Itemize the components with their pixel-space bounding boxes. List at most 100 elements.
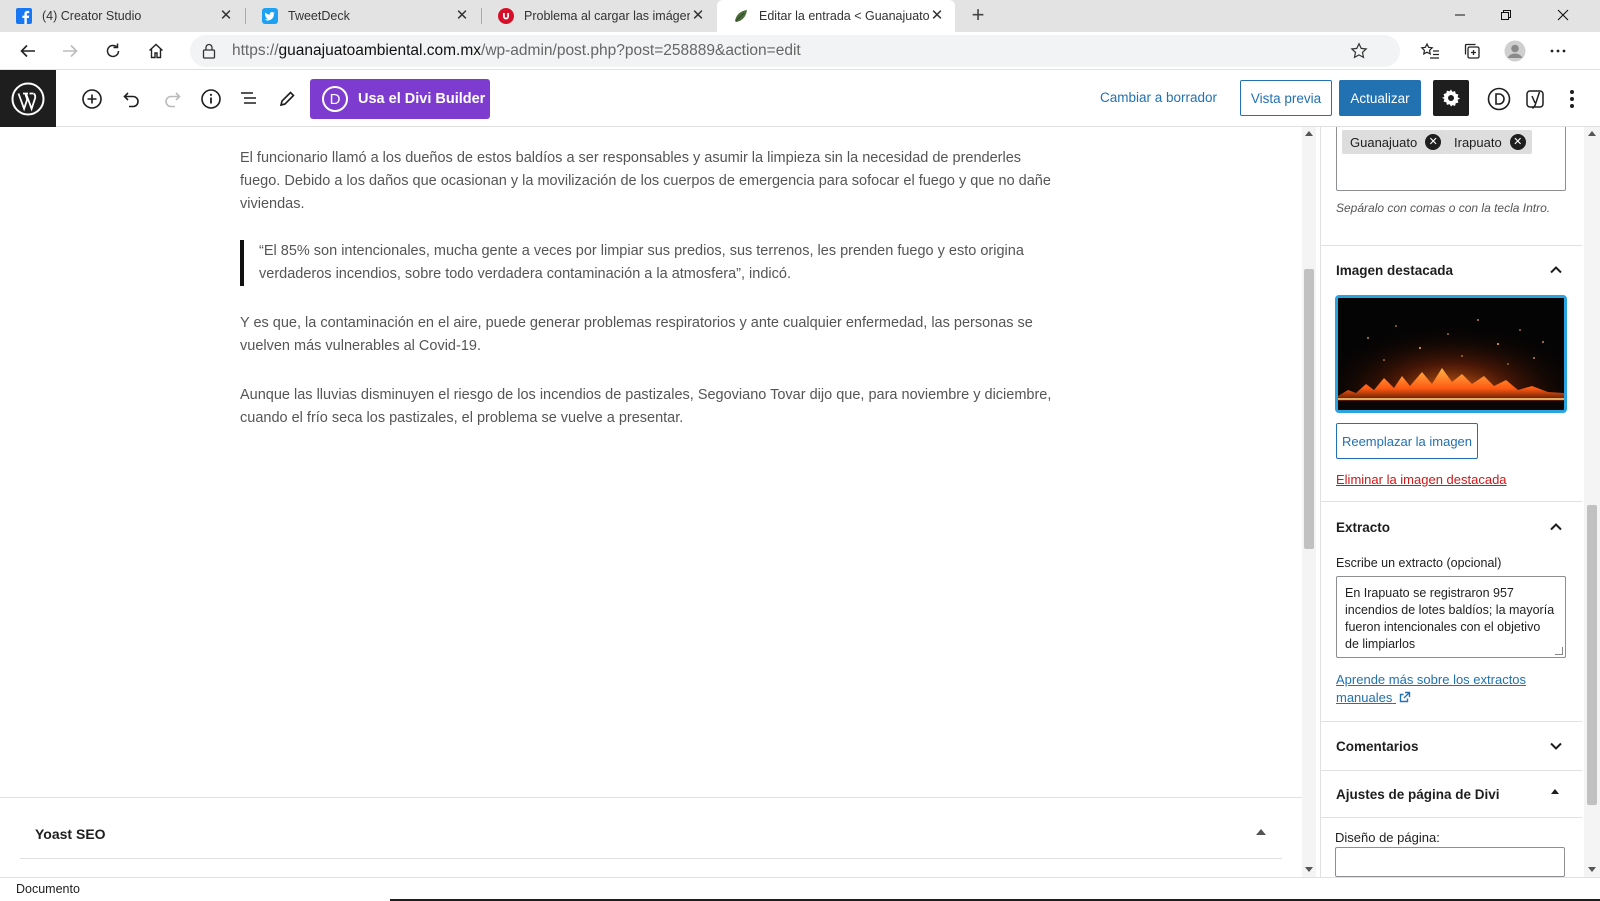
editor-header: D Usa el Divi Builder Cambiar a borrador… xyxy=(0,70,1600,127)
favorite-star-icon[interactable] xyxy=(1350,42,1368,65)
close-tab-icon[interactable]: ✕ xyxy=(454,8,470,24)
tag-chip: Irapuato ✕ xyxy=(1446,130,1532,154)
info-icon[interactable] xyxy=(196,84,226,114)
close-tab-icon[interactable]: ✕ xyxy=(929,8,945,24)
yoast-icon[interactable] xyxy=(1521,84,1551,114)
tag-chip: Guanajuato ✕ xyxy=(1342,130,1448,154)
url-path: /wp-admin/post.php?post=258889&action=ed… xyxy=(481,42,801,59)
tab-title: Problema al cargar las imágenes xyxy=(524,9,690,23)
twitter-icon xyxy=(262,8,278,24)
scroll-up-arrow-icon[interactable] xyxy=(1305,131,1313,136)
facebook-icon xyxy=(16,8,32,24)
content-scrollbar[interactable] xyxy=(1302,127,1316,877)
browser-tab-tweetdeck[interactable]: TweetDeck ✕ xyxy=(246,0,480,32)
refresh-icon[interactable] xyxy=(97,35,129,67)
browser-tab-strip: (4) Creator Studio ✕ TweetDeck ✕ Problem… xyxy=(0,0,1600,32)
excerpt-label: Escribe un extracto (opcional) xyxy=(1336,556,1502,570)
tag-label: Irapuato xyxy=(1454,134,1502,150)
chevron-down-icon[interactable] xyxy=(1549,739,1563,753)
divider xyxy=(1321,770,1582,771)
learn-more-excerpts-link[interactable]: Aprende más sobre los extractos manuales xyxy=(1336,671,1566,707)
paragraph-block[interactable]: El funcionario llamó a los dueños de est… xyxy=(240,147,1062,216)
external-link-icon xyxy=(1399,691,1411,703)
chevron-up-icon[interactable] xyxy=(1549,520,1563,534)
scrollbar-thumb[interactable] xyxy=(1304,269,1314,549)
paragraph-block[interactable]: Y es que, la contaminación en el aire, p… xyxy=(240,312,1062,358)
tag-label: Guanajuato xyxy=(1350,134,1418,150)
divider xyxy=(20,858,1282,859)
profile-avatar-icon[interactable] xyxy=(1499,35,1531,67)
grass-fire-image xyxy=(1338,298,1564,410)
back-arrow-icon[interactable] xyxy=(12,35,44,67)
url-text[interactable]: https://guanajuatoambiental.com.mx/wp-ad… xyxy=(232,42,801,60)
featured-image-panel-title[interactable]: Imagen destacada xyxy=(1336,263,1453,278)
lock-icon[interactable] xyxy=(202,43,216,64)
restore-window-icon[interactable] xyxy=(1483,0,1529,30)
red-u-icon xyxy=(498,8,514,24)
home-icon[interactable] xyxy=(140,35,172,67)
collections-icon[interactable] xyxy=(1456,35,1488,67)
editor-canvas: El funcionario llamó a los dueños de est… xyxy=(0,127,1302,877)
divider xyxy=(1321,245,1582,246)
divi-d-icon[interactable] xyxy=(1484,84,1514,114)
update-button[interactable]: Actualizar xyxy=(1339,80,1421,116)
browser-tab-creator-studio[interactable]: (4) Creator Studio ✕ xyxy=(0,0,244,32)
remove-tag-icon[interactable]: ✕ xyxy=(1509,134,1526,150)
comments-panel-title[interactable]: Comentarios xyxy=(1336,739,1419,754)
add-block-icon[interactable] xyxy=(77,84,107,114)
minimize-window-icon[interactable] xyxy=(1437,0,1483,30)
browser-toolbar: https://guanajuatoambiental.com.mx/wp-ad… xyxy=(0,32,1600,70)
tab-title: TweetDeck xyxy=(288,9,350,23)
collapse-caret-icon[interactable] xyxy=(1256,829,1266,835)
close-window-icon[interactable] xyxy=(1540,0,1586,30)
tags-input[interactable]: Guanajuato ✕ Irapuato ✕ xyxy=(1336,127,1566,191)
remove-tag-icon[interactable]: ✕ xyxy=(1425,134,1442,150)
list-view-icon[interactable] xyxy=(234,84,264,114)
tab-title: (4) Creator Studio xyxy=(42,9,142,23)
undo-icon[interactable] xyxy=(117,84,147,114)
use-divi-builder-button[interactable]: D Usa el Divi Builder xyxy=(310,79,490,119)
paragraph-block[interactable]: Aunque las lluvias disminuyen el riesgo … xyxy=(240,384,1062,430)
settings-sidebar: Guanajuato ✕ Irapuato ✕ Sepáralo con com… xyxy=(1320,127,1582,877)
address-bar[interactable]: https://guanajuatoambiental.com.mx/wp-ad… xyxy=(190,35,1400,67)
url-prefix: https:// xyxy=(232,42,279,59)
block-breadcrumb[interactable]: Documento xyxy=(16,882,80,896)
settings-gear-icon[interactable] xyxy=(1433,80,1469,116)
divi-logo-icon: D xyxy=(322,86,348,112)
browser-menu-icon[interactable] xyxy=(1542,35,1574,67)
close-tab-icon[interactable]: ✕ xyxy=(690,8,706,24)
divi-button-label: Usa el Divi Builder xyxy=(358,91,486,107)
yoast-seo-title[interactable]: Yoast SEO xyxy=(35,826,106,842)
replace-image-button[interactable]: Reemplazar la imagen xyxy=(1336,423,1478,459)
divi-settings-panel-title[interactable]: Ajustes de página de Divi xyxy=(1336,787,1500,802)
page-layout-select[interactable] xyxy=(1335,847,1565,877)
forward-arrow-icon[interactable] xyxy=(54,35,86,67)
sidebar-scrollbar[interactable] xyxy=(1584,127,1600,877)
excerpt-text: En Irapuato se registraron 957 incendios… xyxy=(1345,586,1555,651)
collapse-caret-icon[interactable] xyxy=(1551,789,1559,794)
options-menu-icon[interactable] xyxy=(1557,84,1587,114)
tag-hint: Sepáralo con comas o con la tecla Intro. xyxy=(1336,201,1551,215)
excerpt-panel-title[interactable]: Extracto xyxy=(1336,520,1390,535)
new-tab-button[interactable]: + xyxy=(966,4,990,28)
scroll-down-arrow-icon[interactable] xyxy=(1305,867,1313,872)
preview-button[interactable]: Vista previa xyxy=(1240,80,1332,116)
switch-to-draft-button[interactable]: Cambiar a borrador xyxy=(1100,90,1217,105)
close-tab-icon[interactable]: ✕ xyxy=(218,8,234,24)
scrollbar-thumb[interactable] xyxy=(1587,505,1597,805)
redo-icon[interactable] xyxy=(157,84,187,114)
url-host: guanajuatoambiental.com.mx xyxy=(278,42,482,59)
excerpt-textarea[interactable]: En Irapuato se registraron 957 incendios… xyxy=(1336,576,1566,658)
scroll-up-arrow-icon[interactable] xyxy=(1588,131,1596,136)
scroll-down-arrow-icon[interactable] xyxy=(1588,867,1596,872)
resize-handle-icon[interactable] xyxy=(1555,647,1563,655)
browser-tab-problema-imagenes[interactable]: Problema al cargar las imágenes ✕ xyxy=(482,0,716,32)
chevron-up-icon[interactable] xyxy=(1549,263,1563,277)
quote-block[interactable]: “El 85% son intencionales, mucha gente a… xyxy=(240,240,1062,286)
remove-featured-image-link[interactable]: Eliminar la imagen destacada xyxy=(1336,472,1507,487)
browser-tab-editar-entrada[interactable]: Editar la entrada < Guanajuato A ✕ xyxy=(717,0,955,32)
featured-image-preview[interactable] xyxy=(1335,295,1567,413)
edit-pencil-icon[interactable] xyxy=(272,84,302,114)
wordpress-logo-icon[interactable] xyxy=(0,70,56,127)
favorites-list-icon[interactable] xyxy=(1414,35,1446,67)
